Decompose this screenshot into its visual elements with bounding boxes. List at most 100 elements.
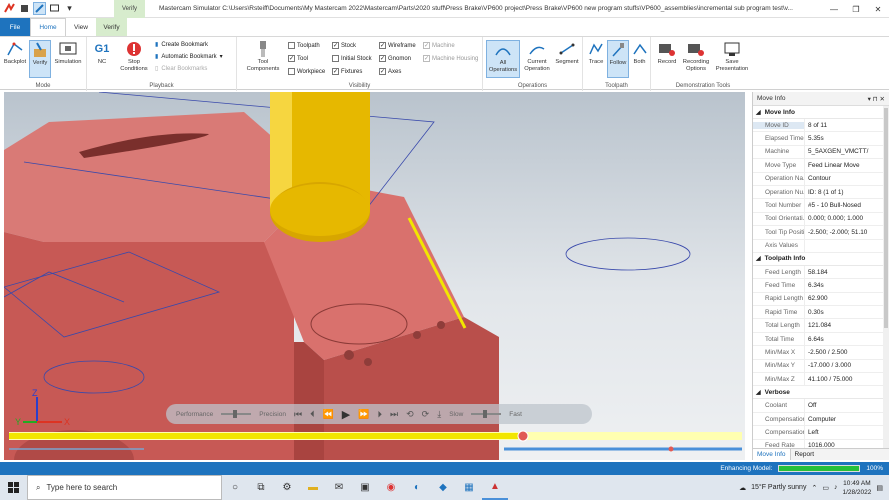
move-info-row[interactable]: Elapsed Time 5.35s (753, 132, 889, 146)
toolpath-info-row[interactable]: Min/Max Y -17.000 / 3.000 (753, 359, 889, 374)
trace-button[interactable]: Trace (586, 40, 606, 66)
fixtures-checkbox[interactable]: ✓ Fixtures (332, 68, 362, 75)
axes-checkbox[interactable]: ✓ Axes (379, 68, 401, 75)
fast-forward-icon[interactable]: ⏩ (358, 409, 369, 420)
rewind-icon[interactable]: ⏪ (323, 409, 334, 420)
file-explorer-icon[interactable]: ▬ (300, 475, 326, 500)
task-view-icon[interactable]: ⧉ (248, 475, 274, 500)
verbose-row[interactable]: Compensation...Left (753, 426, 889, 440)
recording-options-button[interactable]: Recording Options (680, 40, 712, 73)
workpiece-checkbox[interactable]: Workpiece (288, 68, 325, 75)
tab-view[interactable]: View (66, 18, 96, 36)
scrollbar-thumb[interactable] (884, 108, 888, 328)
toolpath-checkbox[interactable]: Toolpath (288, 42, 320, 49)
volume-icon[interactable]: ♪ (834, 484, 838, 491)
toolpath-info-row[interactable]: Total Time 6.64s (753, 332, 889, 347)
step-back-icon[interactable]: ⏴ (310, 409, 315, 420)
machine-checkbox[interactable]: ✓ Machine (423, 42, 455, 49)
notifications-icon[interactable]: ▤ (876, 484, 883, 492)
play-icon[interactable]: ▶ (342, 408, 350, 421)
toolpath-info-row[interactable]: Min/Max Z 41.100 / 75.000 (753, 373, 889, 387)
settings-icon[interactable]: ⚙ (274, 475, 300, 500)
skip-start-icon[interactable]: ⏮ (294, 409, 302, 420)
chrome-icon[interactable]: ◉ (378, 475, 404, 500)
speed-slider[interactable] (471, 410, 502, 418)
photos-icon[interactable]: ▦ (456, 475, 482, 500)
record-button[interactable]: Record (655, 40, 679, 66)
mastercam-taskbar-icon[interactable]: ▲ (482, 475, 508, 500)
wireframe-checkbox[interactable]: ✓ Wireframe (379, 42, 416, 49)
taskbar-search[interactable]: ⌕ Type here to search (27, 475, 222, 500)
dropdown-icon[interactable]: ▾ (63, 2, 76, 15)
network-icon[interactable]: ▭ (822, 484, 829, 492)
verbose-row[interactable]: Compensation...Computer (753, 412, 889, 427)
section-verbose[interactable]: ◢ Verbose (753, 386, 889, 400)
tab-report[interactable]: Report (791, 449, 819, 460)
move-info-row[interactable]: Move ID 8 of 11 (753, 119, 889, 133)
backplot-button[interactable]: Backplot (2, 40, 28, 66)
verbose-row[interactable]: Coolant Off (753, 399, 889, 413)
machine-housing-checkbox[interactable]: ✓ Machine Housing (423, 55, 478, 62)
toolpath-info-row[interactable]: Min/Max X -2.500 / 2.500 (753, 346, 889, 360)
automatic-bookmark-button[interactable]: ▮ Automatic Bookmark ▾ (155, 53, 223, 61)
section-toolpath-info[interactable]: ◢ Toolpath Info (753, 252, 889, 266)
minimize-button[interactable]: — (823, 0, 845, 18)
quality-slider[interactable] (221, 410, 252, 418)
move-info-row[interactable]: Axis Values (753, 239, 889, 253)
move-info-row[interactable]: Machine 5_5AXGEN_VMCTT/ (753, 145, 889, 160)
secondary-handle[interactable] (668, 446, 674, 452)
move-info-row[interactable]: Move Type Feed Linear Move (753, 159, 889, 173)
tool-components-button[interactable]: Tool Components (241, 40, 285, 73)
move-info-row[interactable]: Operation Na...Contour (753, 172, 889, 186)
tab-verify[interactable]: Verify (96, 18, 127, 36)
loop-icon[interactable]: ⟲ (406, 409, 414, 420)
tab-file[interactable]: File (0, 18, 30, 36)
both-button[interactable]: Both (630, 40, 649, 66)
toolpath-info-row[interactable]: Feed Length 58.184 (753, 265, 889, 280)
move-info-row[interactable]: Tool Number #5 - 10 Bull-Nosed (753, 199, 889, 213)
section-move-info[interactable]: ◢ Move Info (753, 106, 889, 119)
segment-button[interactable]: Segment (553, 40, 581, 66)
move-info-row[interactable]: Tool Tip Positi...-2.500; -2.000; 51.10 (753, 226, 889, 240)
simulation-viewport[interactable]: Z X Y Performance Precision ⏮ ⏴ ⏪ ▶ ⏩ ⏵ … (4, 92, 745, 460)
toolpath-info-row[interactable]: Rapid Length 62.900 (753, 292, 889, 307)
pin-icon[interactable]: ▾ ⊓ (868, 96, 878, 103)
step-forward-icon[interactable]: ⏵ (377, 409, 382, 420)
current-operation-button[interactable]: Current Operation (522, 40, 552, 73)
store-icon[interactable]: ▣ (352, 475, 378, 500)
skip-end-icon[interactable]: ⏭ (390, 409, 398, 420)
app-logo-icon[interactable] (3, 2, 16, 15)
stop-icon[interactable] (18, 2, 31, 15)
nc-button[interactable]: G1 NC (90, 40, 114, 66)
bookmark-step-icon[interactable]: ⤓ (437, 409, 441, 420)
move-info-row[interactable]: Operation Nu...ID: 8 (1 of 1) (753, 185, 889, 200)
mail-icon[interactable]: ✉ (326, 475, 352, 500)
clear-bookmarks-button[interactable]: ▯ Clear Bookmarks (155, 65, 207, 73)
edge-icon[interactable]: ◐ (404, 475, 430, 500)
gnomon-checkbox[interactable]: ✓ Gnomon (379, 55, 411, 62)
panel-scrollbar[interactable] (883, 106, 889, 448)
clock[interactable]: 10:49 AM 1/28/2022 (842, 479, 871, 497)
close-button[interactable]: ✕ (867, 0, 889, 18)
verify-button[interactable]: Verify (29, 40, 51, 78)
simulation-button[interactable]: Simulation (52, 40, 84, 66)
maps-icon[interactable]: ◆ (430, 475, 456, 500)
stop-conditions-button[interactable]: Stop Conditions (117, 40, 151, 73)
toolpath-info-row[interactable]: Rapid Time 0.30s (753, 306, 889, 320)
tool-checkbox[interactable]: ✓ Tool (288, 55, 308, 62)
pause-at-icon[interactable]: ⟳ (422, 409, 430, 420)
windows-start-icon[interactable] (0, 475, 27, 500)
tray-chevron-icon[interactable]: ⌃ (811, 484, 817, 492)
tab-move-info[interactable]: Move Info (753, 449, 791, 460)
restore-button[interactable]: ❐ (845, 0, 867, 18)
toolpath-info-row[interactable]: Total Length 121.084 (753, 319, 889, 333)
toolpath-info-row[interactable]: Feed Time 6.34s (753, 279, 889, 293)
simulation-quick-icon[interactable] (48, 2, 61, 15)
follow-button[interactable]: Follow (607, 40, 629, 78)
tab-home[interactable]: Home (30, 18, 66, 36)
verify-quick-icon[interactable] (33, 2, 46, 15)
close-icon[interactable]: ✕ (880, 96, 885, 103)
move-info-row[interactable]: Tool Orientati... 0.000; 0.000; 1.000 (753, 212, 889, 227)
cortana-icon[interactable]: ○ (222, 475, 248, 500)
playback-handle[interactable] (517, 430, 529, 442)
